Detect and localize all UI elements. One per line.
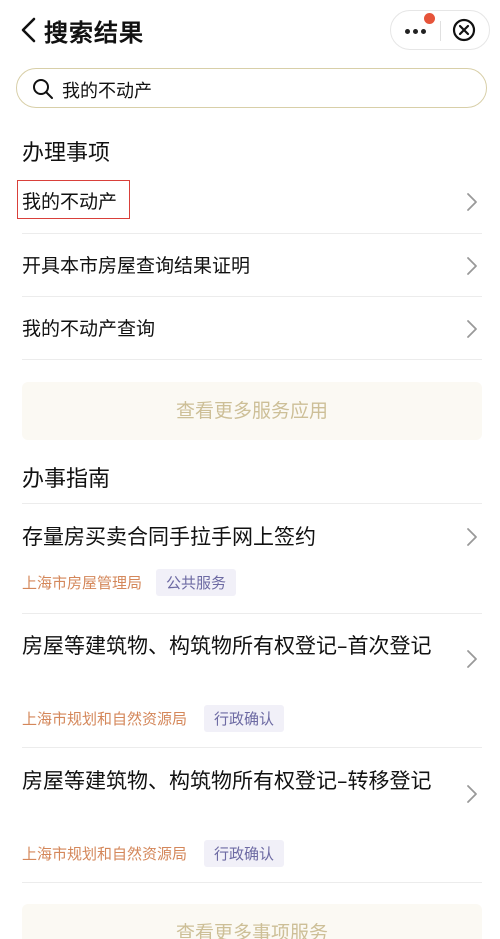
guides-section-title: 办事指南: [22, 467, 111, 492]
divider: [22, 359, 482, 360]
capsule-divider: [440, 21, 441, 41]
service-type-tag: 公共服务: [156, 569, 237, 596]
department-tag: 上海市房屋管理局: [22, 574, 143, 592]
chevron-right-icon: [467, 193, 477, 211]
department-tag: 上海市规划和自然资源局: [22, 710, 188, 728]
mini-program-capsule: [390, 10, 490, 50]
services-section-title: 办理事项: [22, 141, 111, 166]
close-icon[interactable]: [452, 18, 476, 42]
divider: [22, 882, 482, 883]
search-input[interactable]: 我的不动产: [16, 68, 487, 108]
search-results-page: 搜索结果 我的不动产 办理事项 我的不动产 开具本市房屋查询结果证明 我的不动产…: [0, 0, 500, 939]
service-item-label: 开具本市房屋查询结果证明: [22, 255, 251, 277]
chevron-right-icon: [467, 785, 477, 803]
search-icon: [33, 79, 53, 99]
search-query-text: 我的不动产: [62, 81, 152, 102]
highlight-box: [17, 180, 130, 219]
divider: [22, 613, 482, 614]
header: 搜索结果: [0, 0, 500, 60]
service-item-housing-query-certificate[interactable]: 开具本市房屋查询结果证明: [0, 234, 500, 296]
more-services-button[interactable]: 查看更多服务应用: [22, 382, 482, 440]
guide-title: 存量房买卖合同手拉手网上签约: [22, 525, 316, 549]
service-item-my-real-estate-query[interactable]: 我的不动产查询: [0, 297, 500, 359]
chevron-right-icon: [467, 650, 477, 668]
page-title: 搜索结果: [44, 19, 144, 47]
department-tag: 上海市规划和自然资源局: [22, 845, 188, 863]
back-arrow-icon[interactable]: [18, 16, 40, 44]
more-dot-icon: [405, 29, 410, 34]
more-dot-icon: [421, 29, 426, 34]
notification-dot-icon: [424, 13, 435, 24]
chevron-right-icon: [467, 257, 477, 275]
service-type-tag: 行政确认: [204, 840, 285, 867]
chevron-right-icon: [467, 320, 477, 338]
divider: [22, 503, 482, 504]
divider: [22, 747, 482, 748]
service-item-label: 我的不动产查询: [22, 318, 156, 340]
more-dot-icon: [413, 29, 418, 34]
service-type-tag: 行政确认: [204, 705, 285, 732]
guide-title: 房屋等建筑物、构筑物所有权登记–首次登记: [22, 634, 432, 658]
guide-title: 房屋等建筑物、构筑物所有权登记–转移登记: [22, 769, 432, 793]
chevron-right-icon: [467, 528, 477, 546]
more-guides-button[interactable]: 查看更多事项服务: [22, 904, 482, 939]
more-options-button[interactable]: [391, 11, 440, 49]
